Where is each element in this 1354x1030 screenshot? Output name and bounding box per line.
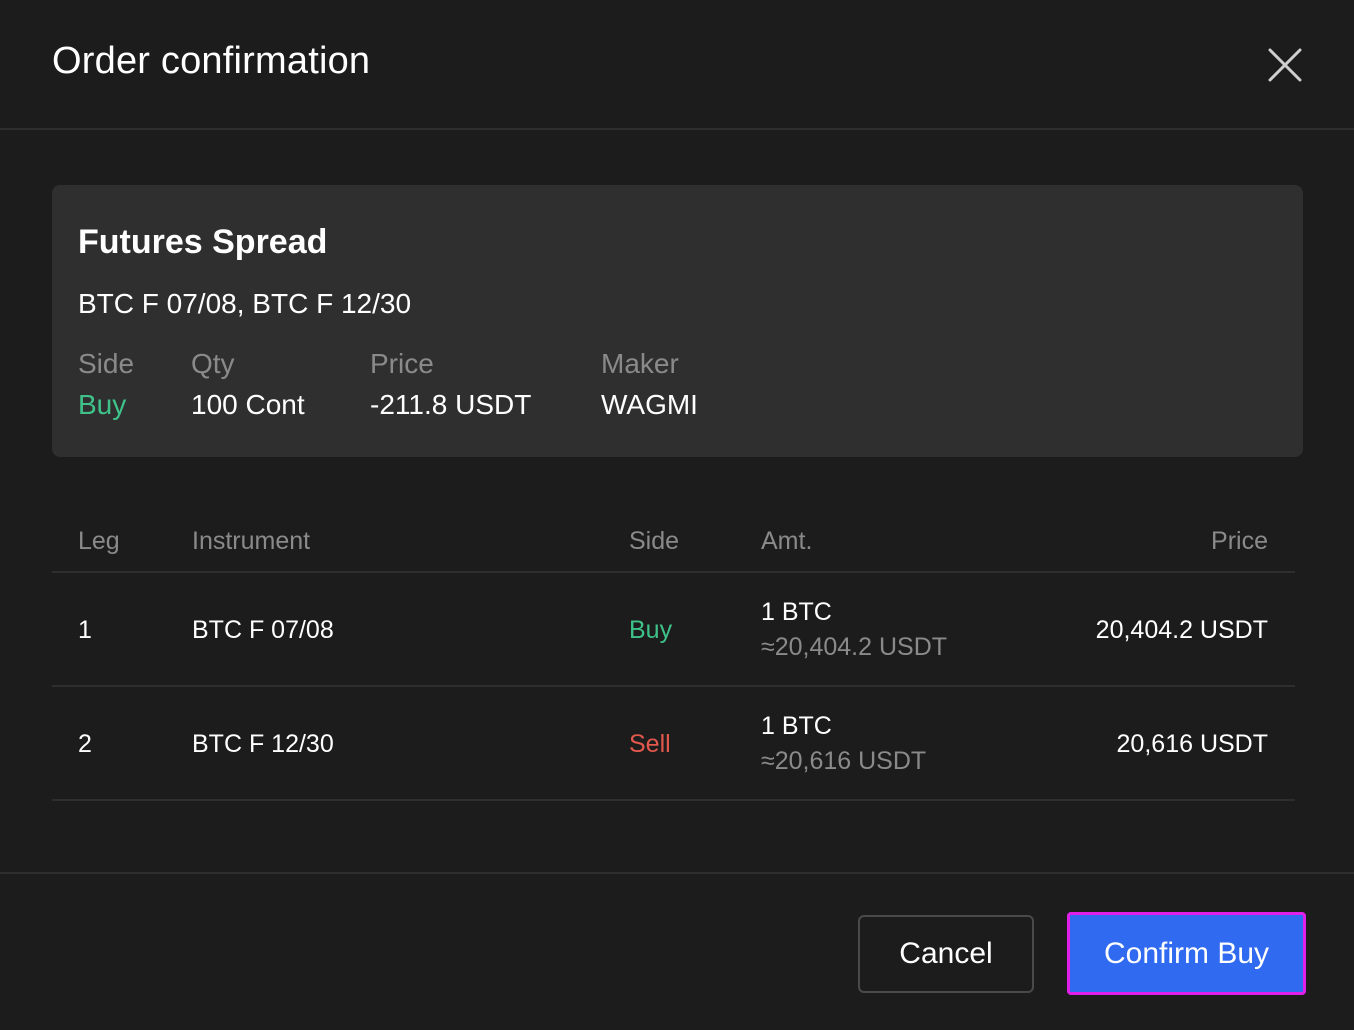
summary-qty: Qty 100 Cont [191,348,305,421]
header-price: Price [1211,527,1268,555]
table-row: 2 BTC F 12/30 Sell 1 BTC ≈20,616 USDT 20… [52,687,1295,801]
row-amt-approx: ≈20,404.2 USDT [761,633,948,661]
confirm-buy-button[interactable]: Confirm Buy [1067,912,1306,995]
row-side: Sell [629,730,671,758]
qty-value: 100 Cont [191,389,305,420]
price-label: Price [370,348,434,379]
summary-price: Price -211.8 USDT [370,348,531,421]
dialog-footer: Cancel Confirm Buy [0,872,1354,1030]
row-amt: 1 BTC [761,598,832,626]
header-side: Side [629,527,680,555]
side-value: Buy [78,389,127,420]
summary-instruments: BTC F 07/08, BTC F 12/30 [78,288,412,319]
order-confirmation-dialog: Order confirmation Futures Spread BTC F … [0,0,1354,1030]
cancel-button[interactable]: Cancel [858,915,1034,993]
row-instrument: BTC F 12/30 [192,730,334,758]
dialog-header: Order confirmation [0,0,1354,130]
spread-summary-card: Futures Spread BTC F 07/08, BTC F 12/30 … [52,185,1303,457]
maker-label: Maker [601,348,679,379]
side-label: Side [78,348,135,379]
maker-value: WAGMI [601,389,698,420]
summary-title: Futures Spread [78,223,328,261]
row-leg: 1 [78,616,92,644]
row-price: 20,616 USDT [1116,730,1268,758]
close-icon [1268,48,1302,82]
row-side: Buy [629,616,673,644]
price-value: -211.8 USDT [370,389,532,420]
summary-maker: Maker WAGMI [601,348,698,421]
table-row: 1 BTC F 07/08 Buy 1 BTC ≈20,404.2 USDT 2… [52,573,1295,687]
header-leg: Leg [78,527,120,555]
close-button[interactable] [1262,42,1308,88]
summary-side: Side Buy [78,348,134,421]
dialog-title: Order confirmation [52,40,371,82]
row-amt-approx: ≈20,616 USDT [761,747,927,775]
header-amt: Amt. [761,527,813,555]
row-instrument: BTC F 07/08 [192,616,334,644]
legs-table: Leg Instrument Side Amt. Price 1 BTC F 0… [52,516,1295,801]
table-header: Leg Instrument Side Amt. Price [52,516,1295,573]
row-leg: 2 [78,730,92,758]
header-instrument: Instrument [192,527,311,555]
qty-label: Qty [191,348,235,379]
row-price: 20,404.2 USDT [1095,616,1268,644]
row-amt: 1 BTC [761,712,832,740]
